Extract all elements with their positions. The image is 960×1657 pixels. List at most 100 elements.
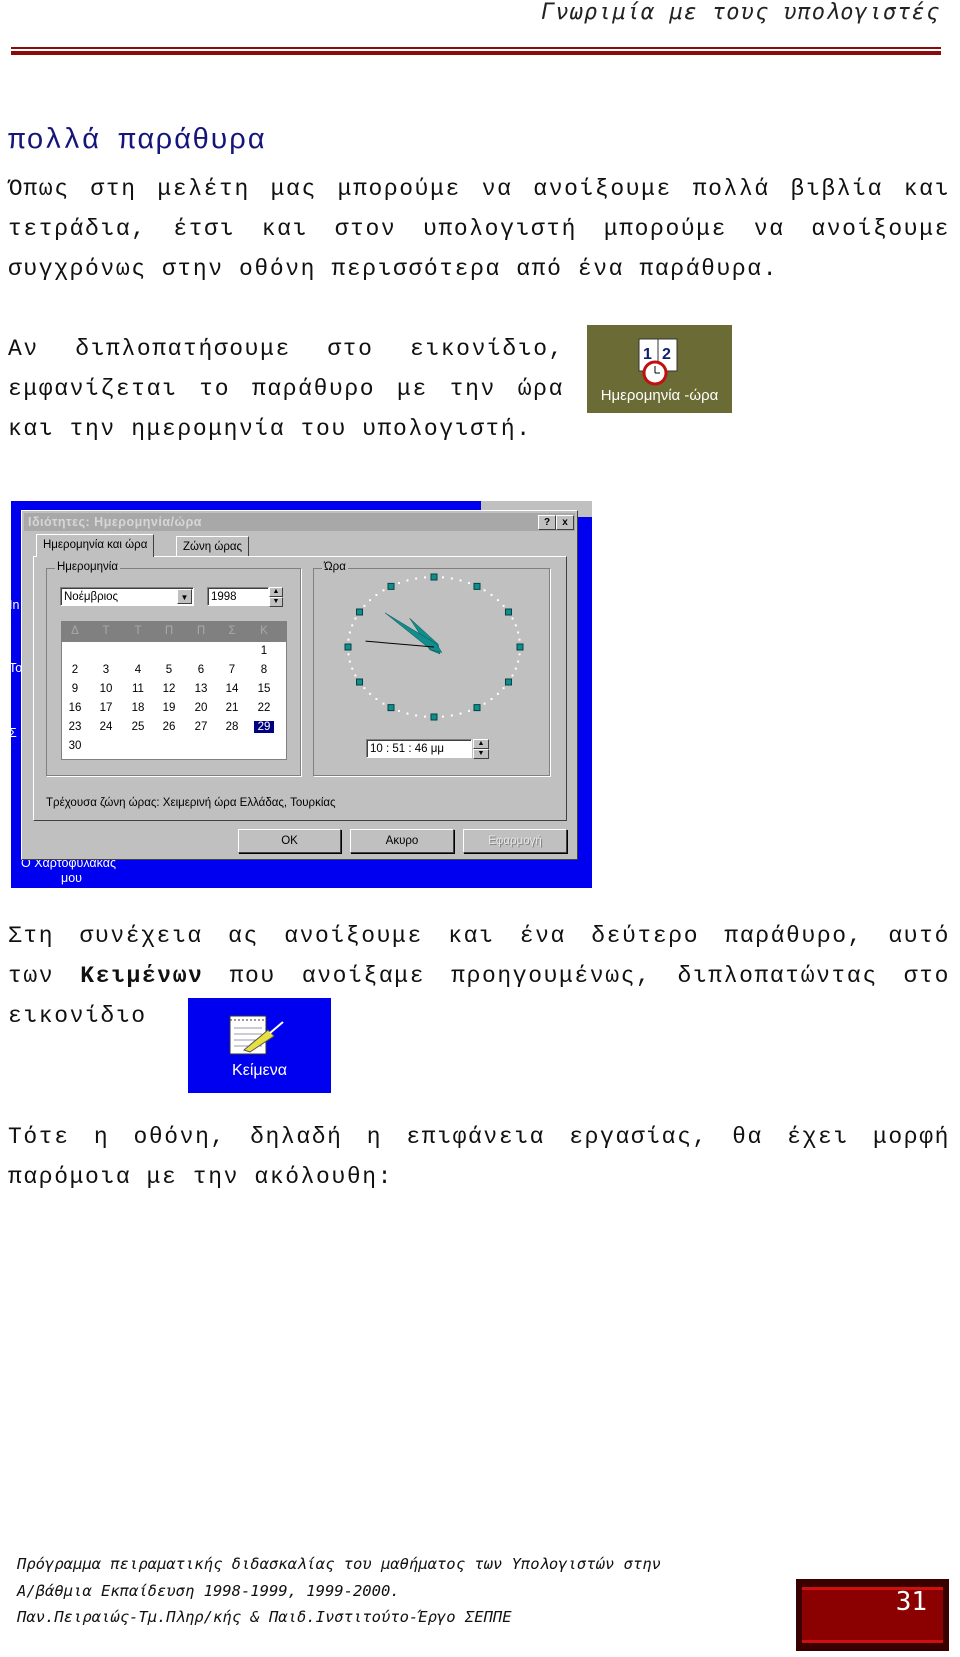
calendar-day[interactable]: 19 [159, 702, 179, 714]
help-button[interactable]: ? [538, 515, 556, 530]
paragraph-2-line: εμφανίζεται το παράθυρο με την ώρα [8, 376, 564, 402]
hour-marker [387, 582, 395, 590]
time-group: Ώρα 10 : 51 : 46 μμ ▲ ▼ [313, 561, 550, 776]
calendar-day[interactable]: 23 [65, 721, 85, 733]
calendar-day[interactable]: 28 [222, 721, 242, 733]
paragraph-3-line: των Κειμένων που ανοίξαμε προηγουμένως, … [8, 963, 950, 989]
calendar-day[interactable]: 21 [222, 702, 242, 714]
calendar-day[interactable]: 5 [159, 664, 179, 676]
calendar-day[interactable]: 14 [222, 683, 242, 695]
time-up-button[interactable]: ▲ [473, 739, 489, 749]
time-field[interactable]: 10 : 51 : 46 μμ [366, 739, 472, 758]
calendar-day[interactable]: 11 [128, 683, 148, 695]
cancel-button[interactable]: Ακυρο [350, 829, 454, 853]
calendar-day[interactable]: 25 [128, 721, 148, 733]
minute-dot [496, 692, 499, 695]
weekday-header: Π [164, 625, 174, 637]
calendar-day[interactable]: 22 [254, 702, 274, 714]
tab-time-zone[interactable]: Ζώνη ώρας [176, 536, 250, 557]
ok-button[interactable]: OK [238, 829, 341, 853]
calendar-day[interactable]: 17 [96, 702, 116, 714]
minute-dot [363, 687, 366, 690]
paragraph-1-line: συγχρόνως στην οθόνη περισσότερα από ένα… [8, 256, 779, 282]
dialog-title: Ιδιότητες: Ημερομηνία/ώρα [24, 513, 575, 531]
minute-dot [375, 593, 378, 596]
calendar-day[interactable]: 20 [191, 702, 211, 714]
minute-dot [351, 624, 354, 627]
paragraph-2-line: και την ημερομηνία του υπολογιστή. [8, 416, 532, 442]
calendar-day[interactable]: 1 [254, 645, 274, 657]
minute-dot [406, 712, 409, 715]
date-group-label: Ημερομηνία [55, 561, 120, 573]
minute-dot [490, 698, 493, 701]
minute-dot [518, 638, 521, 641]
calendar-day[interactable]: 8 [254, 664, 274, 676]
year-down-button[interactable]: ▼ [269, 597, 283, 607]
minute-dot [518, 653, 521, 656]
paragraph-4-line: παρόμοια με την ακόλουθη: [8, 1164, 394, 1190]
svg-text:2: 2 [662, 346, 671, 363]
weekday-header: Σ [228, 625, 236, 637]
calendar-day[interactable]: 10 [96, 683, 116, 695]
minute-dot [382, 702, 385, 705]
weekday-header: Τ [134, 625, 142, 637]
minute-dot [424, 715, 427, 718]
month-select[interactable]: Νοέμβριος ▼ [60, 587, 194, 606]
minute-dot [459, 579, 462, 582]
minute-dot [415, 577, 418, 580]
minute-dot [511, 617, 514, 620]
calendar-day[interactable]: 12 [159, 683, 179, 695]
desktop-edge-label: Σ [11, 726, 17, 740]
close-button[interactable]: x [556, 515, 574, 530]
calendar-day[interactable]: 24 [96, 721, 116, 733]
page-number: 31 [895, 1587, 927, 1617]
time-down-button[interactable]: ▼ [473, 749, 489, 759]
minute-dot [511, 674, 514, 677]
calendar-day[interactable]: 16 [65, 702, 85, 714]
calendar-day[interactable]: 2 [65, 664, 85, 676]
calendar-day[interactable]: 26 [159, 721, 179, 733]
texts-icon-label: Κείμενα [232, 1062, 287, 1079]
calendar-day[interactable]: 27 [191, 721, 211, 733]
datetime-desktop-icon[interactable]: 1 2 Ημερομηνία -ώρα [587, 325, 732, 413]
minute-dot [382, 589, 385, 592]
calendar-day[interactable]: 3 [96, 664, 116, 676]
datetime-properties-screenshot: In Το Σ Ο Χαρτοφύλακάς μου Ιδιότητες: Ημ… [11, 501, 592, 888]
calendar-day[interactable]: 15 [254, 683, 274, 695]
apply-button[interactable]: Εφαρμογή [463, 829, 567, 853]
minute-dot [441, 715, 444, 718]
chevron-down-icon[interactable]: ▼ [177, 589, 192, 604]
minute-dot [496, 599, 499, 602]
calendar-grid: Δ Τ Τ Π Π Σ Κ 1 2 3 4 5 6 7 8 9 10 11 12 13 14 15 16 17 18 19 20 21… [61, 621, 287, 760]
weekday-header: Κ [260, 625, 268, 637]
calendar-day[interactable]: 9 [65, 683, 85, 695]
minute-dot [502, 687, 505, 690]
hour-marker [504, 608, 512, 616]
paragraph-1-line: Όπως στη μελέτη μας μπορούμε να ανοίξουμ… [8, 176, 950, 202]
minute-dot [351, 667, 354, 670]
minute-dot [483, 702, 486, 705]
year-up-button[interactable]: ▲ [269, 587, 283, 597]
current-timezone: Τρέχουσα ζώνη ώρας: Χειμερινή ώρα Ελλάδα… [46, 797, 336, 809]
calendar-day[interactable]: 13 [191, 683, 211, 695]
paragraph-3-line: Στη συνέχεια ας ανοίξουμε και ένα δεύτερ… [8, 923, 950, 949]
calendar-day[interactable]: 7 [222, 664, 242, 676]
weekday-header: Τ [102, 625, 110, 637]
calendar-day[interactable]: 30 [65, 740, 85, 752]
texts-desktop-icon[interactable]: Κείμενα [188, 998, 331, 1093]
tab-date-time[interactable]: Ημερομηνία και ώρα [36, 534, 155, 557]
calendar-day[interactable]: 4 [128, 664, 148, 676]
hour-marker [430, 573, 438, 581]
year-spinner[interactable]: 1998 [207, 587, 269, 606]
text: των [8, 963, 81, 989]
paragraph-3-line: εικονίδιο [8, 1003, 147, 1029]
hour-marker [516, 643, 524, 651]
minute-dot [398, 709, 401, 712]
calendar-day[interactable]: 29 [254, 721, 274, 733]
running-header: Γνωριμία με τους υπολογιστές [541, 0, 940, 25]
minute-dot [369, 599, 372, 602]
calendar-day[interactable]: 18 [128, 702, 148, 714]
minute-dot [363, 604, 366, 607]
hour-marker [344, 643, 352, 651]
calendar-day[interactable]: 6 [191, 664, 211, 676]
